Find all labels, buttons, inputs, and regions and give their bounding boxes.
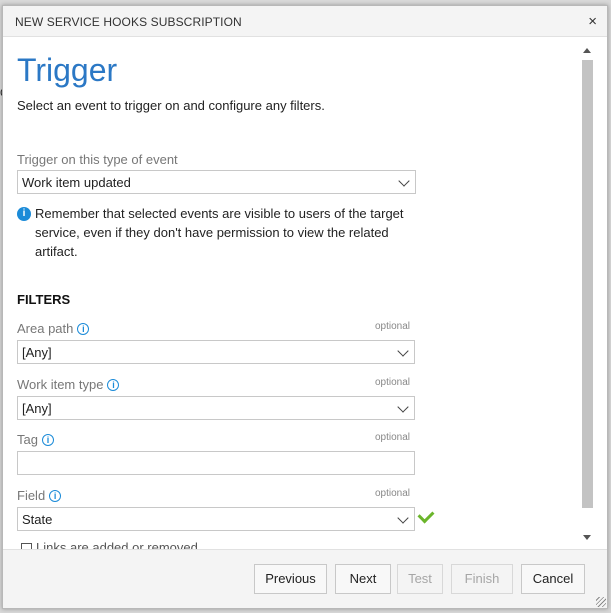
chevron-down-icon (397, 401, 409, 413)
info-icon[interactable]: i (77, 323, 90, 335)
links-checkbox-label: Links are added or removed (36, 540, 198, 549)
info-icon[interactable]: i (49, 490, 62, 502)
trigger-event-select[interactable]: Work item updated (17, 170, 416, 194)
visibility-notice-text: Remember that selected events are visibl… (35, 206, 404, 259)
previous-button[interactable]: Previous (254, 564, 327, 594)
resize-grip-icon[interactable] (596, 597, 606, 607)
links-checkbox-row[interactable]: Links are added or removed (21, 540, 261, 549)
area-path-select[interactable]: [Any] (17, 340, 415, 364)
page-subtitle: Select an event to trigger on and config… (17, 98, 325, 113)
work-item-type-select[interactable]: [Any] (17, 396, 415, 420)
trigger-event-value: Work item updated (22, 175, 131, 190)
area-path-optional: optional (375, 321, 411, 332)
tag-input[interactable] (17, 451, 415, 475)
chevron-down-icon (397, 345, 409, 357)
close-icon[interactable]: × (588, 13, 597, 30)
visibility-notice: i Remember that selected events are visi… (17, 204, 417, 261)
area-path-label-text: Area path (17, 321, 74, 336)
chevron-down-icon (397, 512, 409, 524)
area-path-label: Area path i (17, 321, 90, 336)
tag-optional: optional (375, 432, 411, 443)
service-hooks-dialog: NEW SERVICE HOOKS SUBSCRIPTION × Trigger… (2, 5, 608, 609)
checkmark-icon (417, 506, 435, 524)
info-icon[interactable]: i (41, 434, 54, 446)
work-item-type-value: [Any] (22, 401, 52, 416)
work-item-type-label-text: Work item type (17, 377, 104, 392)
vertical-scrollbar[interactable] (579, 44, 595, 544)
dialog-title: NEW SERVICE HOOKS SUBSCRIPTION (15, 15, 242, 29)
tag-label: Tag i (17, 432, 54, 447)
tag-label-text: Tag (17, 432, 38, 447)
info-icon[interactable]: i (107, 379, 120, 391)
cancel-button[interactable]: Cancel (521, 564, 585, 594)
field-optional: optional (375, 488, 411, 499)
chevron-down-icon (398, 175, 410, 187)
dialog-content: Trigger Select an event to trigger on an… (3, 38, 607, 549)
scroll-up-icon[interactable] (583, 48, 591, 53)
scroll-thumb[interactable] (582, 60, 593, 508)
finish-button[interactable]: Finish (451, 564, 513, 594)
info-icon: i (17, 207, 31, 221)
area-path-value: [Any] (22, 345, 52, 360)
dialog-titlebar: NEW SERVICE HOOKS SUBSCRIPTION × (3, 6, 607, 37)
scroll-down-icon[interactable] (583, 535, 591, 540)
filters-heading: FILTERS (17, 292, 71, 307)
trigger-event-label: Trigger on this type of event (17, 152, 178, 167)
page-title: Trigger (17, 52, 118, 88)
field-select[interactable]: State (17, 507, 415, 531)
field-label-text: Field (17, 488, 46, 503)
next-button[interactable]: Next (335, 564, 391, 594)
field-value: State (22, 512, 53, 527)
dialog-footer: Previous Next Test Finish Cancel (3, 549, 607, 608)
work-item-type-label: Work item type i (17, 377, 120, 392)
test-button[interactable]: Test (397, 564, 443, 594)
field-label: Field i (17, 488, 62, 503)
work-item-type-optional: optional (375, 377, 411, 388)
